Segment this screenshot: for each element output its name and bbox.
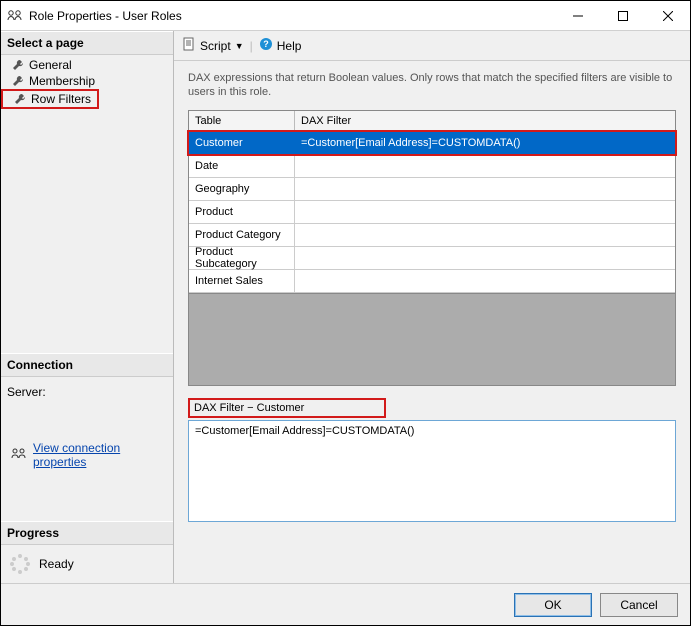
server-label: Server: [7, 383, 167, 439]
progress-status: Ready [39, 557, 74, 571]
cell-table: Customer [189, 132, 295, 154]
cell-table: Geography [189, 178, 295, 200]
cell-filter [295, 155, 675, 177]
progress-header: Progress [1, 521, 173, 545]
cell-filter: =Customer[Email Address]=CUSTOMDATA() [295, 132, 675, 154]
chevron-down-icon: ▼ [235, 41, 244, 51]
main-panel: Script ▼ | ? Help DAX expressions that r… [174, 31, 690, 583]
grid-body: Customer =Customer[Email Address]=CUSTOM… [189, 132, 675, 293]
cell-filter [295, 270, 675, 292]
window-buttons [555, 1, 690, 30]
page-label: General [29, 58, 72, 72]
help-label: Help [277, 39, 302, 53]
script-button[interactable]: Script ▼ [182, 37, 244, 54]
wrench-icon [11, 74, 25, 88]
cancel-button[interactable]: Cancel [600, 593, 678, 617]
spinner-icon [9, 553, 31, 575]
description-text: DAX expressions that return Boolean valu… [188, 71, 676, 100]
table-row[interactable]: Internet Sales [189, 270, 675, 293]
table-row[interactable]: Date [189, 155, 675, 178]
cell-table: Internet Sales [189, 270, 295, 292]
row-filters-grid: Table DAX Filter Customer =Customer[Emai… [188, 110, 676, 386]
col-header-filter[interactable]: DAX Filter [295, 111, 675, 131]
page-row-filters[interactable]: Row Filters [1, 89, 99, 109]
minimize-button[interactable] [555, 1, 600, 30]
grid-empty-area [189, 293, 675, 385]
cell-filter [295, 247, 675, 269]
separator: | [250, 39, 253, 53]
sidebar: Select a page General Membership Row Fil… [1, 31, 174, 583]
page-label: Membership [29, 74, 95, 88]
dax-filter-label: DAX Filter − Customer [188, 398, 386, 418]
close-button[interactable] [645, 1, 690, 30]
svg-text:?: ? [263, 39, 269, 49]
script-icon [182, 37, 196, 54]
table-row[interactable]: Product Subcategory [189, 247, 675, 270]
cell-table: Date [189, 155, 295, 177]
dialog-window: Role Properties - User Roles Select a pa… [0, 0, 691, 626]
script-label: Script [200, 39, 231, 53]
maximize-button[interactable] [600, 1, 645, 30]
wrench-icon [13, 92, 27, 106]
page-label: Row Filters [31, 92, 91, 106]
toolbar: Script ▼ | ? Help [174, 31, 690, 61]
connection-icon [11, 447, 27, 464]
page-list: General Membership Row Filters [1, 55, 173, 113]
table-row[interactable]: Product Category [189, 224, 675, 247]
cell-table: Product Subcategory [189, 247, 295, 269]
table-row[interactable]: Customer =Customer[Email Address]=CUSTOM… [189, 132, 675, 155]
page-membership[interactable]: Membership [1, 73, 173, 89]
grid-header: Table DAX Filter [189, 111, 675, 132]
table-row[interactable]: Product [189, 201, 675, 224]
cell-filter [295, 224, 675, 246]
cell-filter [295, 201, 675, 223]
ok-button[interactable]: OK [514, 593, 592, 617]
cell-table: Product Category [189, 224, 295, 246]
connection-header: Connection [1, 353, 173, 377]
app-icon [7, 8, 23, 24]
table-row[interactable]: Geography [189, 178, 675, 201]
cell-table: Product [189, 201, 295, 223]
page-general[interactable]: General [1, 57, 173, 73]
view-connection-link[interactable]: View connection properties [33, 441, 163, 469]
title-bar: Role Properties - User Roles [1, 1, 690, 31]
dax-filter-input[interactable]: =Customer[Email Address]=CUSTOMDATA() [188, 420, 676, 522]
dialog-footer: OK Cancel [1, 583, 690, 625]
help-icon: ? [259, 37, 273, 54]
wrench-icon [11, 58, 25, 72]
help-button[interactable]: ? Help [259, 37, 302, 54]
select-page-header: Select a page [1, 31, 173, 55]
col-header-table[interactable]: Table [189, 111, 295, 131]
cell-filter [295, 178, 675, 200]
window-title: Role Properties - User Roles [29, 9, 555, 23]
